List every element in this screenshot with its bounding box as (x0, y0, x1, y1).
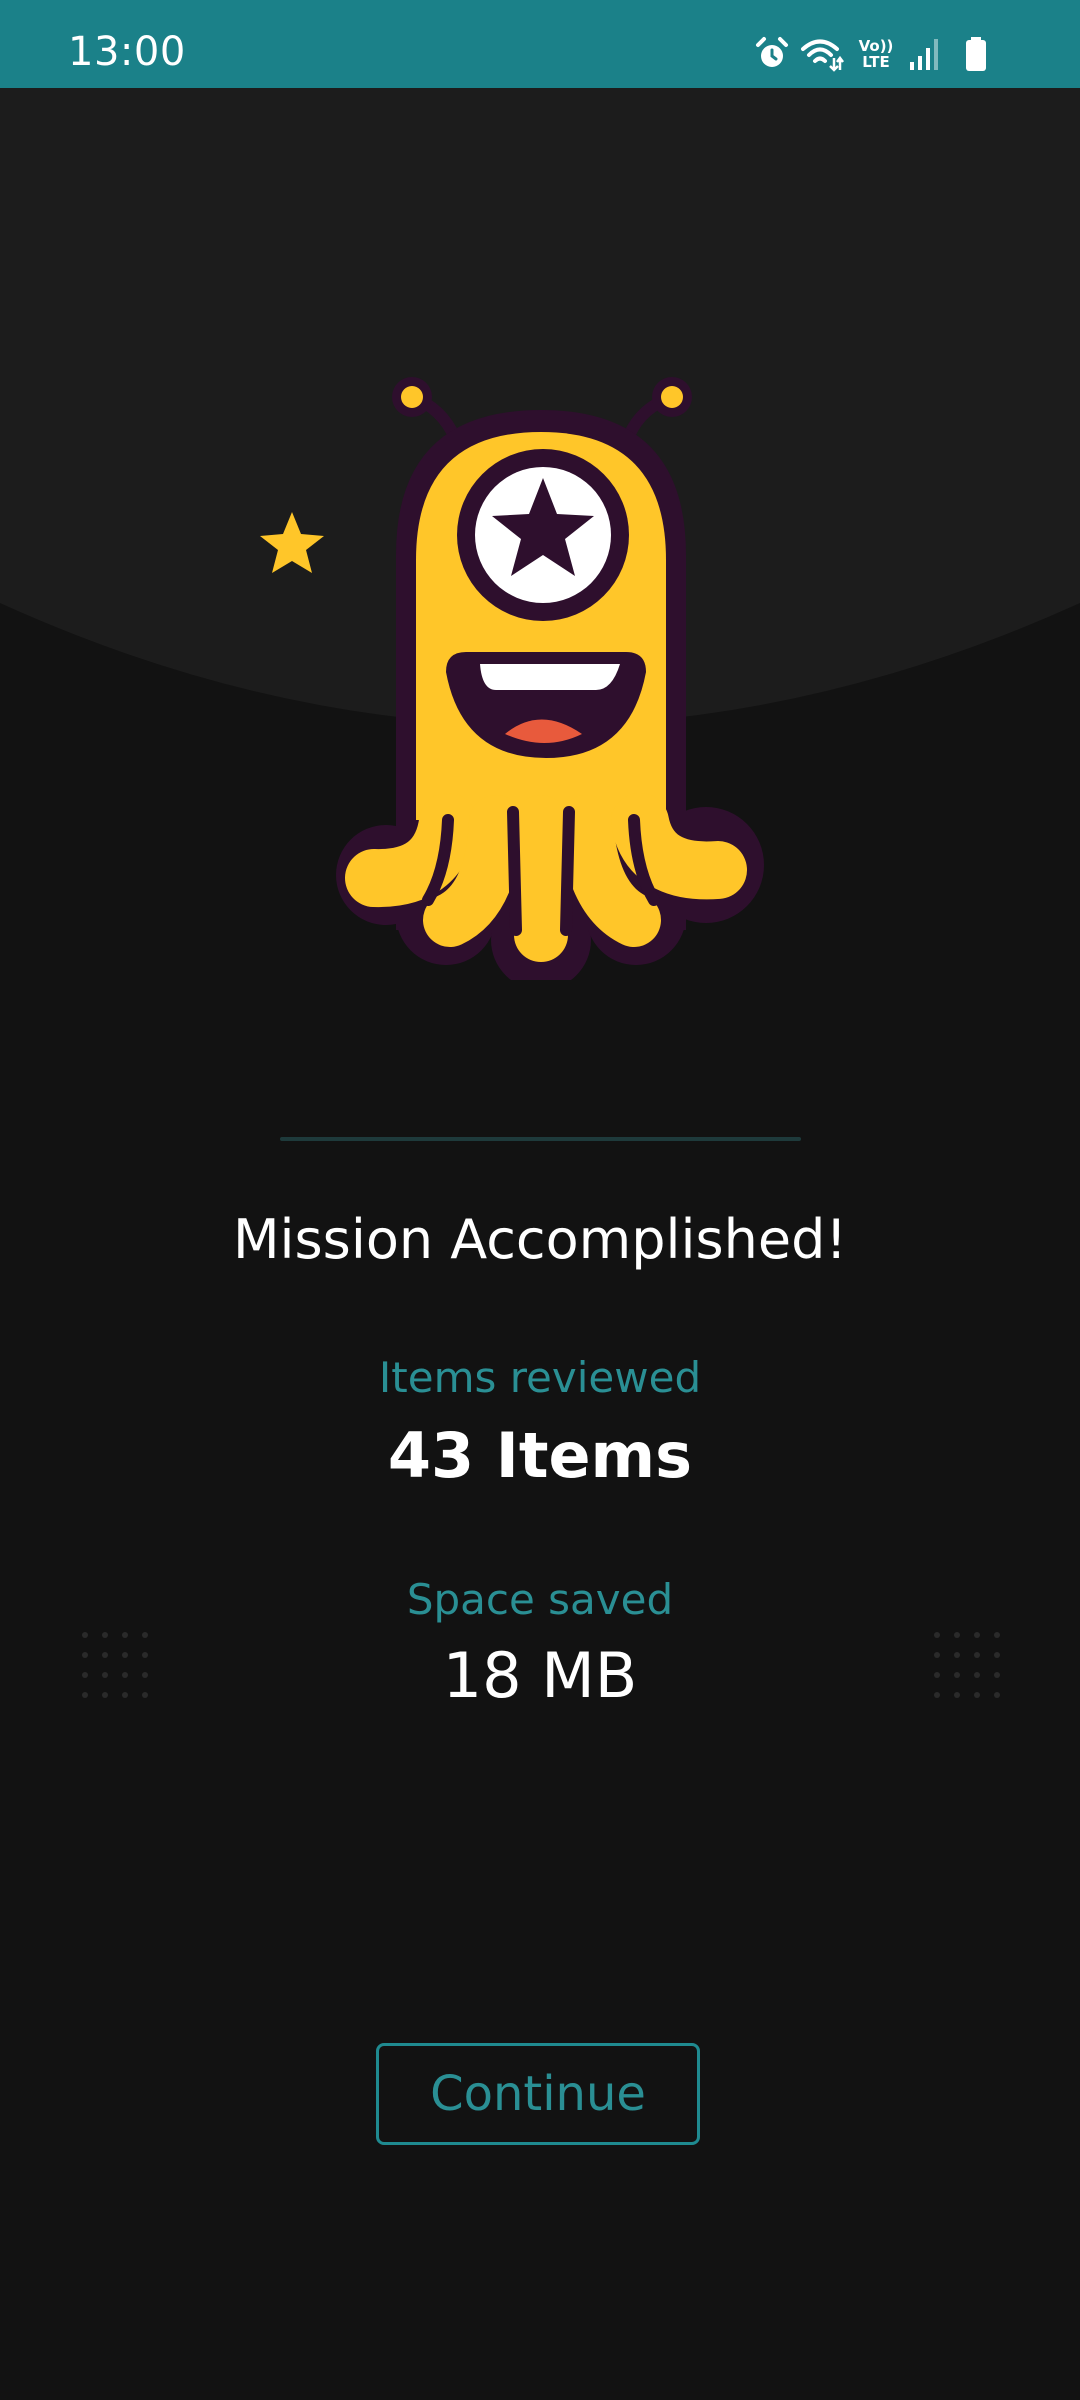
wifi-icon (801, 39, 844, 72)
status-bar: 13:00 Vo)) LTE (0, 0, 1080, 88)
continue-button[interactable]: Continue (376, 2043, 700, 2145)
space-saved-label: Space saved (406, 1575, 674, 1624)
battery-icon (966, 37, 986, 71)
sparkle-star-icon (260, 512, 324, 573)
mascot-illustration (260, 377, 764, 980)
completion-title: Mission Accomplished! (232, 1208, 848, 1271)
section-divider (280, 1137, 801, 1141)
completion-screen: 13:00 Vo)) LTE Mission Accomplished! Ite… (0, 0, 1080, 2400)
signal-icon (910, 39, 938, 70)
dot-pattern-right (934, 1632, 1000, 1698)
dot-pattern-left (82, 1632, 148, 1698)
items-reviewed-label: Items reviewed (378, 1353, 702, 1402)
alarm-icon (756, 37, 788, 67)
items-reviewed-value: 43 Items (387, 1419, 693, 1492)
space-saved-value: 18 MB (442, 1639, 638, 1712)
volte-icon: Vo)) LTE (858, 37, 894, 71)
status-time: 13:00 (68, 29, 186, 75)
